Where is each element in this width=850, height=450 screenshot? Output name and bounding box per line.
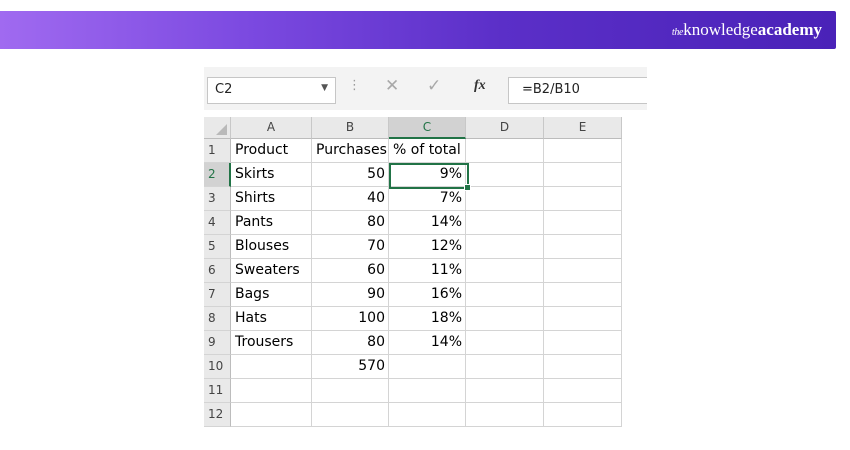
cell-e3[interactable]	[544, 187, 622, 211]
row-header-1[interactable]: 1	[204, 139, 231, 163]
cell-c5[interactable]: 12%	[389, 235, 466, 259]
cell-b9[interactable]: 80	[312, 331, 389, 355]
cell-d4[interactable]	[466, 211, 544, 235]
cell-a5[interactable]: Blouses	[231, 235, 312, 259]
cell-d9[interactable]	[466, 331, 544, 355]
name-box[interactable]: C2 ▼	[207, 77, 336, 104]
cell-a11[interactable]	[231, 379, 312, 403]
row-header-9[interactable]: 9	[204, 331, 231, 355]
cell-d7[interactable]	[466, 283, 544, 307]
cell-c2[interactable]: 9%	[389, 163, 466, 187]
cell-d2[interactable]	[466, 163, 544, 187]
cell-c7[interactable]: 16%	[389, 283, 466, 307]
cell-a2[interactable]: Skirts	[231, 163, 312, 187]
column-header-c[interactable]: C	[389, 117, 466, 139]
spreadsheet: C2 ▼ ⋮ ✕ ✓ fx =B2/B10 A B C D E 1 Product Purch…	[204, 67, 647, 433]
cell-e1[interactable]	[544, 139, 622, 163]
cell-c1[interactable]: % of total	[389, 139, 466, 163]
row-header-7[interactable]: 7	[204, 283, 231, 307]
cell-c10[interactable]	[389, 355, 466, 379]
row-header-12[interactable]: 12	[204, 403, 231, 427]
cell-e6[interactable]	[544, 259, 622, 283]
cell-d8[interactable]	[466, 307, 544, 331]
column-header-e[interactable]: E	[544, 117, 622, 139]
cell-d11[interactable]	[466, 379, 544, 403]
formula-input[interactable]: =B2/B10	[508, 77, 647, 104]
cell-c9[interactable]: 14%	[389, 331, 466, 355]
cell-b3[interactable]: 40	[312, 187, 389, 211]
cell-a8[interactable]: Hats	[231, 307, 312, 331]
cell-b12[interactable]	[312, 403, 389, 427]
top-banner: theknowledgeacademy	[0, 11, 836, 49]
cell-c11[interactable]	[389, 379, 466, 403]
checkmark-icon[interactable]: ✓	[427, 76, 441, 96]
column-header-a[interactable]: A	[231, 117, 312, 139]
vertical-dots-icon[interactable]: ⋮	[348, 78, 361, 93]
cell-e9[interactable]	[544, 331, 622, 355]
brand-logo: theknowledgeacademy	[671, 20, 822, 39]
cell-a10[interactable]	[231, 355, 312, 379]
cell-a3[interactable]: Shirts	[231, 187, 312, 211]
cell-b1[interactable]: Purchases	[312, 139, 389, 163]
formula-bar-area: C2 ▼ ⋮ ✕ ✓ fx =B2/B10	[204, 67, 647, 110]
cell-d1[interactable]	[466, 139, 544, 163]
cell-c8[interactable]: 18%	[389, 307, 466, 331]
cell-c4[interactable]: 14%	[389, 211, 466, 235]
cell-b10[interactable]: 570	[312, 355, 389, 379]
cell-d3[interactable]	[466, 187, 544, 211]
cell-e7[interactable]	[544, 283, 622, 307]
row-header-5[interactable]: 5	[204, 235, 231, 259]
name-box-value: C2	[215, 82, 233, 97]
cell-b11[interactable]	[312, 379, 389, 403]
column-header-d[interactable]: D	[466, 117, 544, 139]
chevron-down-icon[interactable]: ▼	[321, 83, 328, 93]
row-header-3[interactable]: 3	[204, 187, 231, 211]
formula-text: =B2/B10	[522, 82, 580, 97]
row-header-11[interactable]: 11	[204, 379, 231, 403]
cell-d6[interactable]	[466, 259, 544, 283]
cell-d10[interactable]	[466, 355, 544, 379]
cell-a4[interactable]: Pants	[231, 211, 312, 235]
cell-b5[interactable]: 70	[312, 235, 389, 259]
cell-c12[interactable]	[389, 403, 466, 427]
cell-e12[interactable]	[544, 403, 622, 427]
cell-b6[interactable]: 60	[312, 259, 389, 283]
cell-e2[interactable]	[544, 163, 622, 187]
row-header-6[interactable]: 6	[204, 259, 231, 283]
cell-a7[interactable]: Bags	[231, 283, 312, 307]
cell-b7[interactable]: 90	[312, 283, 389, 307]
cell-e10[interactable]	[544, 355, 622, 379]
cell-a9[interactable]: Trousers	[231, 331, 312, 355]
row-header-2[interactable]: 2	[204, 163, 231, 187]
row-header-8[interactable]: 8	[204, 307, 231, 331]
cell-b8[interactable]: 100	[312, 307, 389, 331]
cell-d12[interactable]	[466, 403, 544, 427]
cell-e8[interactable]	[544, 307, 622, 331]
cell-e5[interactable]	[544, 235, 622, 259]
cell-d5[interactable]	[466, 235, 544, 259]
cell-b4[interactable]: 80	[312, 211, 389, 235]
cell-c6[interactable]: 11%	[389, 259, 466, 283]
fx-icon[interactable]: fx	[474, 78, 486, 94]
cell-a1[interactable]: Product	[231, 139, 312, 163]
cell-e4[interactable]	[544, 211, 622, 235]
row-header-10[interactable]: 10	[204, 355, 231, 379]
cell-a12[interactable]	[231, 403, 312, 427]
cell-a6[interactable]: Sweaters	[231, 259, 312, 283]
column-header-b[interactable]: B	[312, 117, 389, 139]
cancel-x-icon[interactable]: ✕	[385, 76, 399, 96]
cell-b2[interactable]: 50	[312, 163, 389, 187]
select-all-corner[interactable]	[204, 117, 231, 139]
cell-c3[interactable]: 7%	[389, 187, 466, 211]
row-header-4[interactable]: 4	[204, 211, 231, 235]
cell-e11[interactable]	[544, 379, 622, 403]
